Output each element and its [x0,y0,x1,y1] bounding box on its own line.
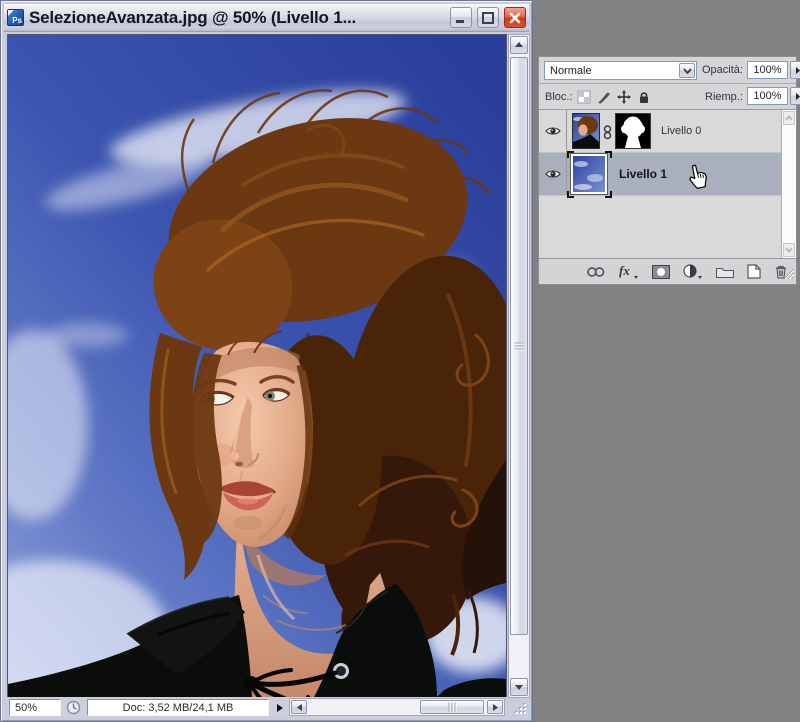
mask-link-icon[interactable] [603,125,612,143]
fill-label: Riemp.: [705,91,743,103]
lock-all-icon[interactable] [637,90,651,104]
scroll-right-button[interactable] [487,700,503,714]
status-flyout-button[interactable] [273,701,286,714]
horizontal-scroll-thumb[interactable] [420,700,484,714]
palette-scrollbar[interactable] [781,110,796,258]
layer-row-livello-1[interactable]: Livello 1 [539,153,781,196]
layer-style-button[interactable]: fx [619,264,639,279]
chevron-down-icon[interactable] [679,63,695,78]
fill-field[interactable]: 100% [747,87,788,105]
document-window: SelezioneAvanzata.jpg @ 50% (Livello 1..… [0,0,533,722]
resize-grip-icon [508,697,530,718]
selection-corner [567,151,574,158]
lock-transparency-icon[interactable] [577,90,591,104]
scroll-left-button[interactable] [291,700,307,714]
chevron-down-icon [785,247,793,253]
document-body: 50% Doc: 3,52 MB/24,1 MB [4,33,529,718]
layer-name: Livello 0 [661,110,701,152]
thumb-grip [449,703,456,712]
status-bar: 50% Doc: 3,52 MB/24,1 MB [7,697,507,718]
lock-row: Bloc.: Riemp.: 100% [539,84,796,110]
document-title: SelezioneAvanzata.jpg @ 50% (Livello 1..… [29,8,445,28]
palette-resize-grip[interactable] [781,266,795,283]
layer-thumbnail[interactable] [572,113,600,149]
layer-row-livello-0[interactable]: Livello 0 [539,110,781,153]
blend-mode-select[interactable]: Normale [544,61,697,80]
document-titlebar[interactable]: SelezioneAvanzata.jpg @ 50% (Livello 1..… [4,4,529,32]
version-cue-icon [66,700,81,715]
arrow-down-icon [514,683,524,691]
arrow-right-icon [492,703,499,712]
zoom-level-field[interactable]: 50% [9,699,61,716]
arrow-left-icon [296,703,303,712]
chevron-up-icon [785,115,793,121]
document-size-field[interactable]: Doc: 3,52 MB/24,1 MB [87,699,269,716]
photoshop-file-icon [7,9,24,26]
selection-corner [605,151,612,158]
lock-label: Bloc.: [545,91,573,103]
horizontal-scrollbar[interactable] [289,698,505,716]
hand-cursor [687,164,709,193]
new-layer-button[interactable] [747,264,761,279]
maximize-icon [482,12,494,24]
blend-mode-value: Normale [550,65,592,77]
image-canvas[interactable] [7,34,507,698]
vertical-scrollbar[interactable] [508,34,530,698]
arrow-right-icon [795,92,800,101]
lock-image-icon[interactable] [597,90,611,104]
resize-grip-icon [781,266,795,280]
layers-palette: Normale Opacità: 100% Bloc.: [538,56,797,285]
close-button[interactable] [504,7,526,28]
maximize-button[interactable] [477,7,499,28]
layer-thumbnail-selected[interactable] [571,154,607,194]
arrow-right-icon [795,66,800,75]
layer-name: Livello 1 [619,153,667,195]
palette-scroll-down-button[interactable] [783,243,795,257]
close-icon [509,12,521,24]
opacity-slider-button[interactable] [790,61,800,79]
eye-icon [545,126,561,136]
arrow-up-icon [514,41,524,49]
scroll-down-button[interactable] [510,678,528,696]
photoshop-workspace: SelezioneAvanzata.jpg @ 50% (Livello 1..… [0,0,800,722]
selection-corner [567,191,574,198]
selection-corner [605,191,612,198]
window-resize-grip[interactable] [508,697,530,718]
vertical-scroll-thumb[interactable] [510,57,528,635]
scroll-up-button[interactable] [510,36,528,54]
minimize-button[interactable] [450,7,472,28]
add-layer-mask-button[interactable] [652,265,670,279]
thumb-grip [515,343,524,350]
layers-list: Livello 0 Livello 1 [539,110,796,259]
minimize-icon [455,12,467,24]
visibility-toggle[interactable] [539,110,567,152]
link-layers-button[interactable] [586,266,606,278]
lock-position-icon[interactable] [617,90,631,104]
blend-mode-row: Normale Opacità: 100% [539,57,796,84]
visibility-toggle[interactable] [539,153,567,195]
arrow-right-icon [276,703,284,713]
new-group-button[interactable] [716,265,734,278]
svg-text:fx: fx [619,264,630,278]
layers-palette-footer: fx [539,259,796,284]
palette-scroll-up-button[interactable] [783,111,795,125]
new-adjustment-layer-button[interactable] [683,264,703,279]
opacity-label: Opacità: [702,64,743,76]
eye-icon [545,169,561,179]
photo-portrait [8,35,506,697]
opacity-field[interactable]: 100% [747,61,788,79]
fill-slider-button[interactable] [790,87,800,105]
layer-mask-thumbnail[interactable] [615,113,651,149]
